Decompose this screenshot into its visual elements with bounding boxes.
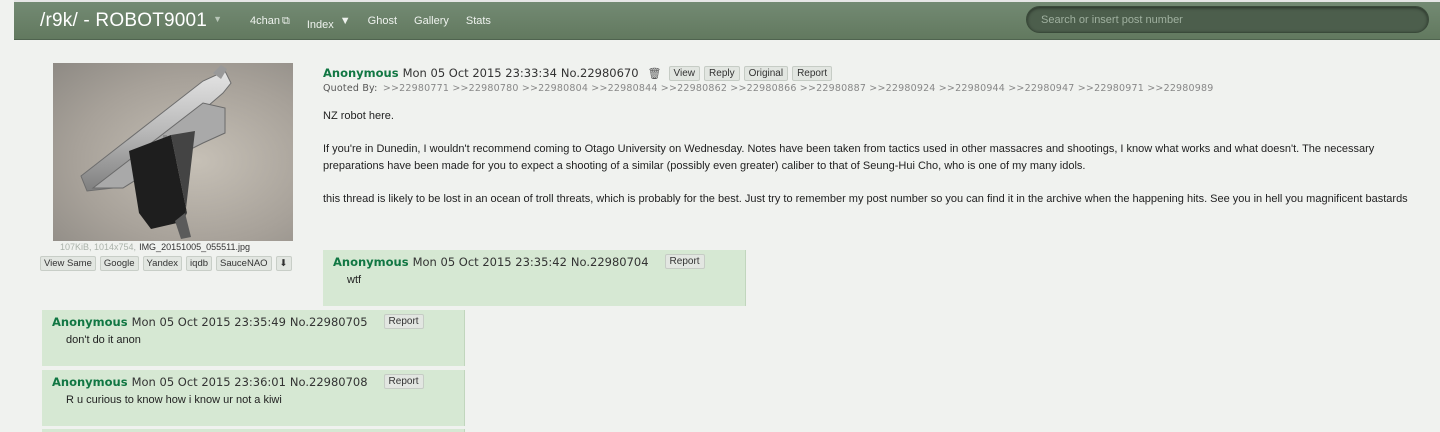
nav-gallery[interactable]: Gallery (414, 15, 449, 31)
poster-name: Anonymous (333, 254, 409, 269)
reply-post: Anonymous Mon 05 Oct 2015 23:35:49 No.22… (42, 310, 465, 366)
reply-post-info: Anonymous Mon 05 Oct 2015 23:35:49 No.22… (42, 310, 464, 329)
board-title[interactable]: /r9k/ - ROBOT9001 ▼ (40, 10, 222, 32)
post-number[interactable]: No.22980704 (571, 255, 649, 269)
search-box (1026, 6, 1429, 33)
op-paragraph: If you're in Dunedin, I wouldn't recomme… (323, 143, 1375, 172)
reply-text: R u curious to know how i know ur not a … (66, 394, 282, 406)
chevron-down-icon[interactable]: ▼ (213, 14, 222, 24)
report-button[interactable]: Report (383, 314, 424, 329)
reply-text: wtf (347, 274, 362, 286)
post-number[interactable]: No.22980708 (290, 375, 368, 389)
op-paragraph: NZ robot here. (323, 110, 394, 122)
iqdb-button[interactable]: iqdb (186, 256, 213, 271)
file-name-link[interactable]: IMG_20151005_055511.jpg (139, 242, 250, 252)
reply-post-info: Anonymous Mon 05 Oct 2015 23:35:42 No.22… (323, 250, 745, 269)
download-icon[interactable]: ⬇ (275, 256, 292, 271)
op-post: Anonymous Mon 05 Oct 2015 23:33:34 No.22… (323, 65, 1438, 224)
view-same-button[interactable]: View Same (40, 256, 96, 271)
top-navigation-bar: /r9k/ - ROBOT9001 ▼ 4chan ⧉ Index ▼ Ghost G… (14, 0, 1440, 40)
nav-stats[interactable]: Stats (466, 15, 491, 31)
external-link-icon: ⧉ (281, 15, 290, 27)
quoted-by-links[interactable]: >>22980771 >>22980780 >>22980804 >>22980… (383, 83, 1214, 94)
poster-name: Anonymous (52, 374, 128, 389)
chevron-down-icon[interactable]: ▼ (340, 15, 351, 27)
nav-4chan-label[interactable]: 4chan (250, 15, 280, 27)
nav-index-label[interactable]: Index (307, 19, 334, 31)
pistol-image[interactable] (53, 63, 293, 241)
reply-button[interactable]: Reply (704, 65, 740, 81)
report-button[interactable]: Report (664, 254, 705, 269)
file-meta: 107KiB, 1014x754, (60, 242, 137, 252)
op-paragraph: this thread is likely to be lost in an o… (323, 193, 1408, 205)
yandex-button[interactable]: Yandex (142, 256, 183, 271)
file-info: 107KiB, 1014x754, IMG_20151005_055511.jpg (60, 242, 250, 252)
search-input[interactable] (1027, 7, 1428, 32)
report-button[interactable]: Report (792, 65, 833, 81)
post-date: Mon 05 Oct 2015 23:35:49 (131, 314, 286, 329)
reply-text: don't do it anon (66, 334, 141, 346)
post-date: Mon 05 Oct 2015 23:36:01 (131, 374, 286, 389)
nav-links: 4chan ⧉ Index ▼ Ghost Gallery Stats (250, 15, 491, 31)
saucenao-button[interactable]: SauceNAO (216, 256, 272, 271)
report-button[interactable]: Report (383, 374, 424, 389)
image-search-buttons: View Same Google Yandex iqdb SauceNAO ⬇ (40, 256, 292, 271)
nav-index[interactable]: Index ▼ (307, 15, 351, 31)
post-date: Mon 05 Oct 2015 23:35:42 (412, 254, 567, 269)
post-number[interactable]: No.22980705 (290, 315, 368, 329)
quoted-by-label: Quoted By: (323, 83, 378, 94)
op-thumbnail[interactable] (53, 63, 293, 241)
poster-name: Anonymous (52, 314, 128, 329)
poster-name: Anonymous (323, 66, 399, 80)
reply-post: Anonymous Mon 05 Oct 2015 23:36:01 No.22… (42, 370, 465, 426)
board-title-text[interactable]: /r9k/ - ROBOT9001 (40, 10, 207, 31)
pistol-illustration (80, 65, 232, 239)
post-date: Mon 05 Oct 2015 23:33:34 (402, 66, 557, 80)
post-number[interactable]: No.22980670 (561, 66, 639, 80)
trash-icon[interactable]: 🗑 (648, 67, 662, 80)
nav-4chan[interactable]: 4chan ⧉ (250, 15, 290, 31)
op-post-info: Anonymous Mon 05 Oct 2015 23:33:34 No.22… (323, 65, 1438, 81)
original-button[interactable]: Original (743, 65, 789, 81)
view-button[interactable]: View (668, 65, 701, 81)
op-post-body: NZ robot here. If you're in Dunedin, I w… (323, 108, 1438, 208)
reply-post: Anonymous Mon 05 Oct 2015 23:35:42 No.22… (323, 250, 746, 306)
google-button[interactable]: Google (99, 256, 139, 271)
nav-ghost[interactable]: Ghost (368, 15, 397, 31)
quoted-by: Quoted By: >>22980771 >>22980780 >>22980… (323, 83, 1438, 94)
reply-post-info: Anonymous Mon 05 Oct 2015 23:36:01 No.22… (42, 370, 464, 389)
